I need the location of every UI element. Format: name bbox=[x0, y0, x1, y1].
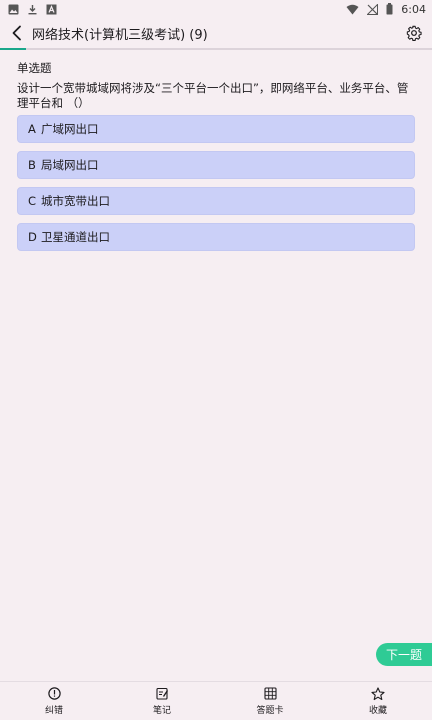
nav-item-favorite[interactable]: 收藏 bbox=[324, 686, 432, 716]
option-letter: B bbox=[28, 158, 36, 172]
option-d[interactable]: D 卫星通道出口 bbox=[17, 223, 415, 251]
question-stem: 设计一个宽带城域网将涉及“三个平台一个出口”，即网络平台、业务平台、管理平台和 … bbox=[17, 81, 409, 110]
nav-label: 纠错 bbox=[44, 705, 63, 716]
option-a[interactable]: A 广域网出口 bbox=[17, 115, 415, 143]
option-list: A 广域网出口 B 局域网出口 C 城市宽带出口 D 卫星通道出口 bbox=[17, 115, 415, 251]
option-text: 局域网出口 bbox=[41, 158, 99, 172]
battery-icon bbox=[386, 0, 393, 19]
page-title: 网络技术(计算机三级考试) (9) bbox=[32, 27, 208, 43]
nav-item-answer-card[interactable]: 答题卡 bbox=[216, 687, 324, 716]
image-icon bbox=[8, 0, 19, 19]
nav-item-report-error[interactable]: 纠错 bbox=[0, 687, 108, 716]
status-time: 6:04 bbox=[401, 2, 426, 16]
nav-label: 答题卡 bbox=[256, 705, 284, 716]
bottom-nav: 纠错 笔记 答题卡 收藏 bbox=[0, 681, 432, 720]
option-c[interactable]: C 城市宽带出口 bbox=[17, 187, 415, 215]
status-bar: 6:04 bbox=[0, 0, 432, 18]
question-type: 单选题 bbox=[17, 61, 52, 75]
settings-button[interactable] bbox=[404, 23, 424, 43]
progress-track bbox=[0, 48, 432, 50]
option-text: 卫星通道出口 bbox=[41, 230, 110, 244]
status-left bbox=[8, 0, 57, 19]
nav-label: 笔记 bbox=[152, 705, 171, 716]
app-bar: 网络技术(计算机三级考试) (9) bbox=[0, 18, 432, 48]
nav-label: 收藏 bbox=[368, 705, 387, 716]
note-edit-icon bbox=[155, 687, 169, 701]
status-right: 6:04 bbox=[346, 0, 426, 19]
option-text: 广域网出口 bbox=[41, 122, 99, 136]
nav-item-notes[interactable]: 笔记 bbox=[108, 687, 216, 716]
grid-card-icon bbox=[263, 687, 277, 701]
back-button[interactable] bbox=[2, 18, 32, 48]
option-b[interactable]: B 局域网出口 bbox=[17, 151, 415, 179]
signal-off-icon bbox=[366, 0, 379, 19]
alert-circle-icon bbox=[47, 687, 61, 701]
gear-icon bbox=[406, 25, 422, 41]
option-letter: D bbox=[28, 230, 37, 244]
chevron-left-icon bbox=[12, 25, 21, 41]
option-text: 城市宽带出口 bbox=[41, 194, 110, 208]
option-letter: C bbox=[28, 194, 37, 208]
wifi-icon bbox=[346, 0, 359, 19]
app-a-icon bbox=[46, 0, 57, 19]
download-icon bbox=[27, 0, 38, 19]
next-question-button[interactable]: 下一题 bbox=[376, 643, 432, 666]
star-icon bbox=[371, 686, 385, 701]
question-area: 单选题 设计一个宽带城域网将涉及“三个平台一个出口”，即网络平台、业务平台、管理… bbox=[17, 60, 415, 251]
progress-fill bbox=[0, 48, 26, 50]
option-letter: A bbox=[28, 122, 36, 136]
